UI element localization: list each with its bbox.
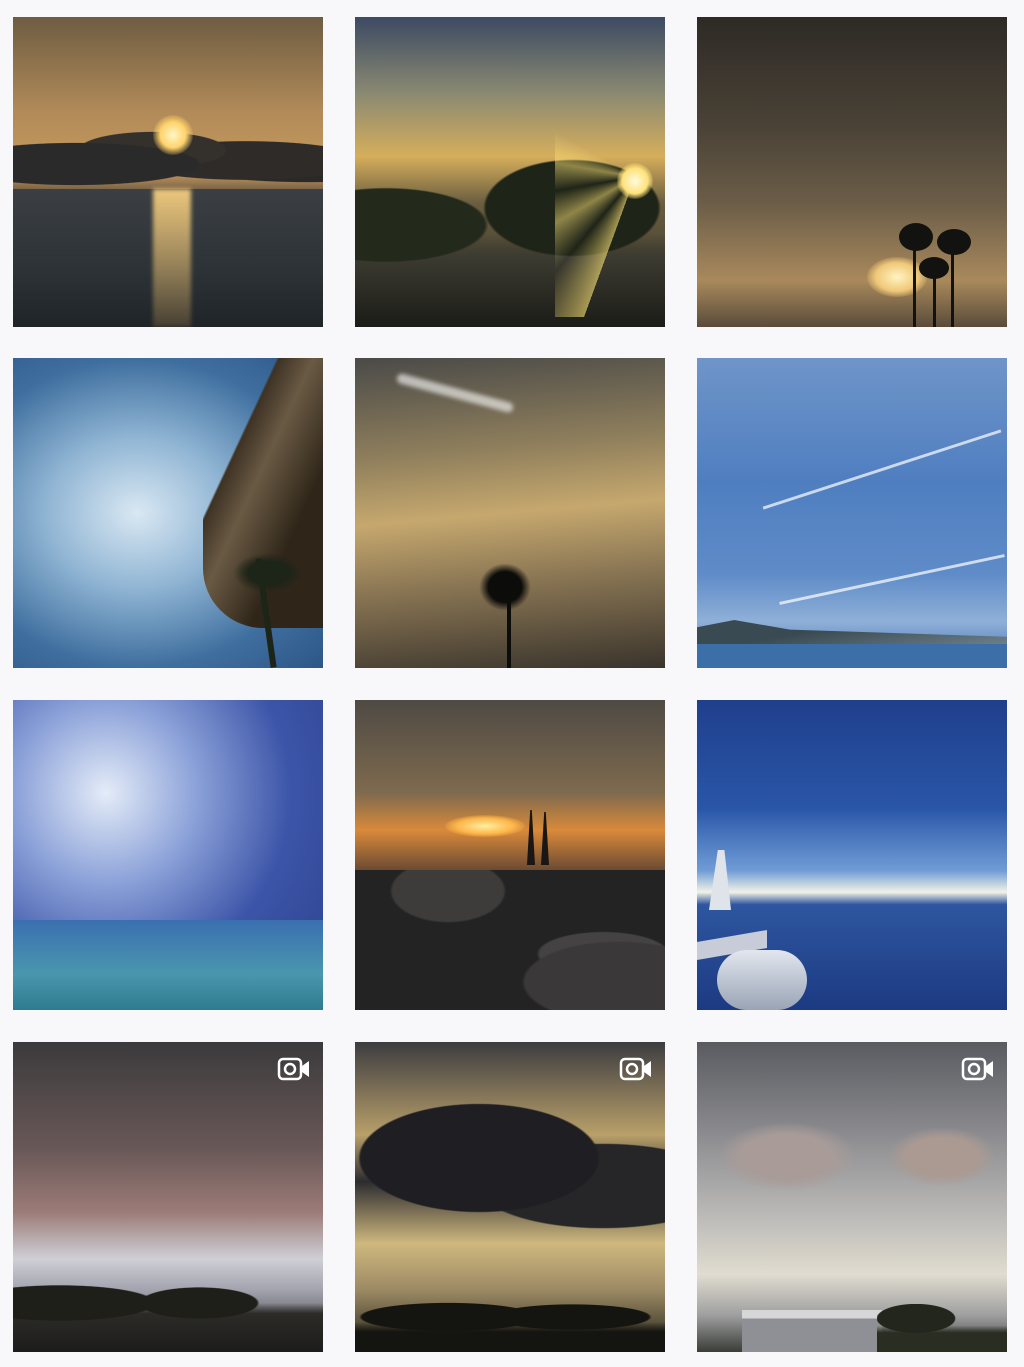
video-camera-icon	[277, 1057, 309, 1081]
post-palm-silhouettes-dusk[interactable]	[697, 17, 1007, 327]
photo-grid	[0, 0, 1024, 1367]
video-camera-icon	[961, 1057, 993, 1081]
post-pale-sky-building[interactable]	[697, 1042, 1007, 1352]
post-evening-clouds-city[interactable]	[13, 1042, 323, 1352]
post-sunburst-trees[interactable]	[355, 17, 665, 327]
post-storm-clouds-golden[interactable]	[355, 1042, 665, 1352]
post-ocean-sunset[interactable]	[13, 17, 323, 327]
video-camera-icon	[619, 1057, 651, 1081]
post-airplane-wing-horizon[interactable]	[697, 700, 1007, 1010]
post-blue-storm-clouds[interactable]	[13, 700, 323, 1010]
post-blue-sky-contrails[interactable]	[697, 358, 1007, 668]
post-golden-sky-palm[interactable]	[355, 358, 665, 668]
post-blue-sky-palm-thatch[interactable]	[13, 358, 323, 668]
post-sunset-parking-lot[interactable]	[355, 700, 665, 1010]
profile-photo-grid-page	[0, 0, 1024, 1367]
